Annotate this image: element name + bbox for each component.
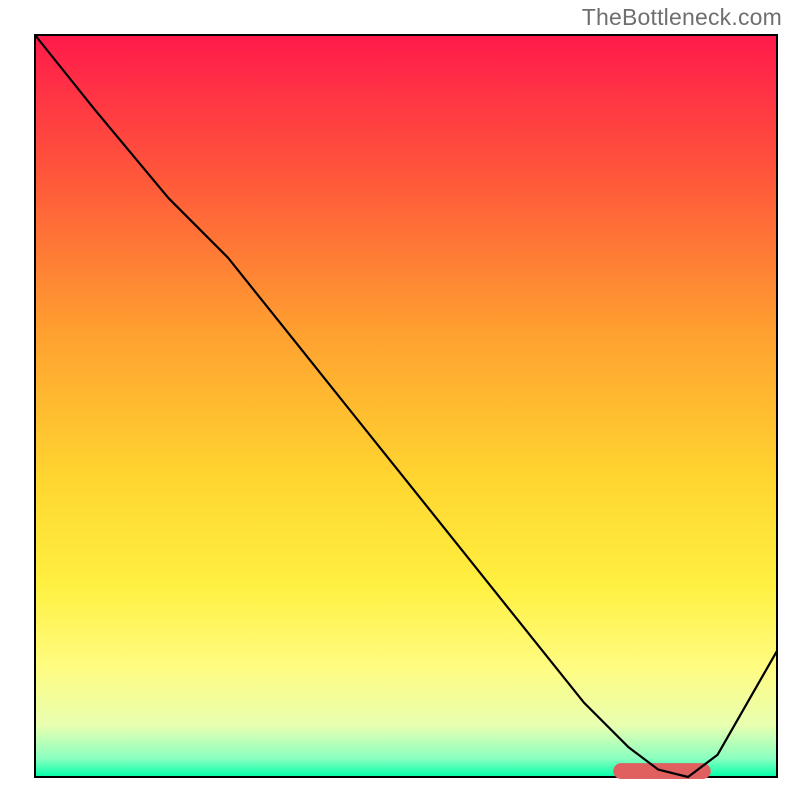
bottleneck-chart xyxy=(0,0,800,800)
plot-background xyxy=(35,35,777,777)
